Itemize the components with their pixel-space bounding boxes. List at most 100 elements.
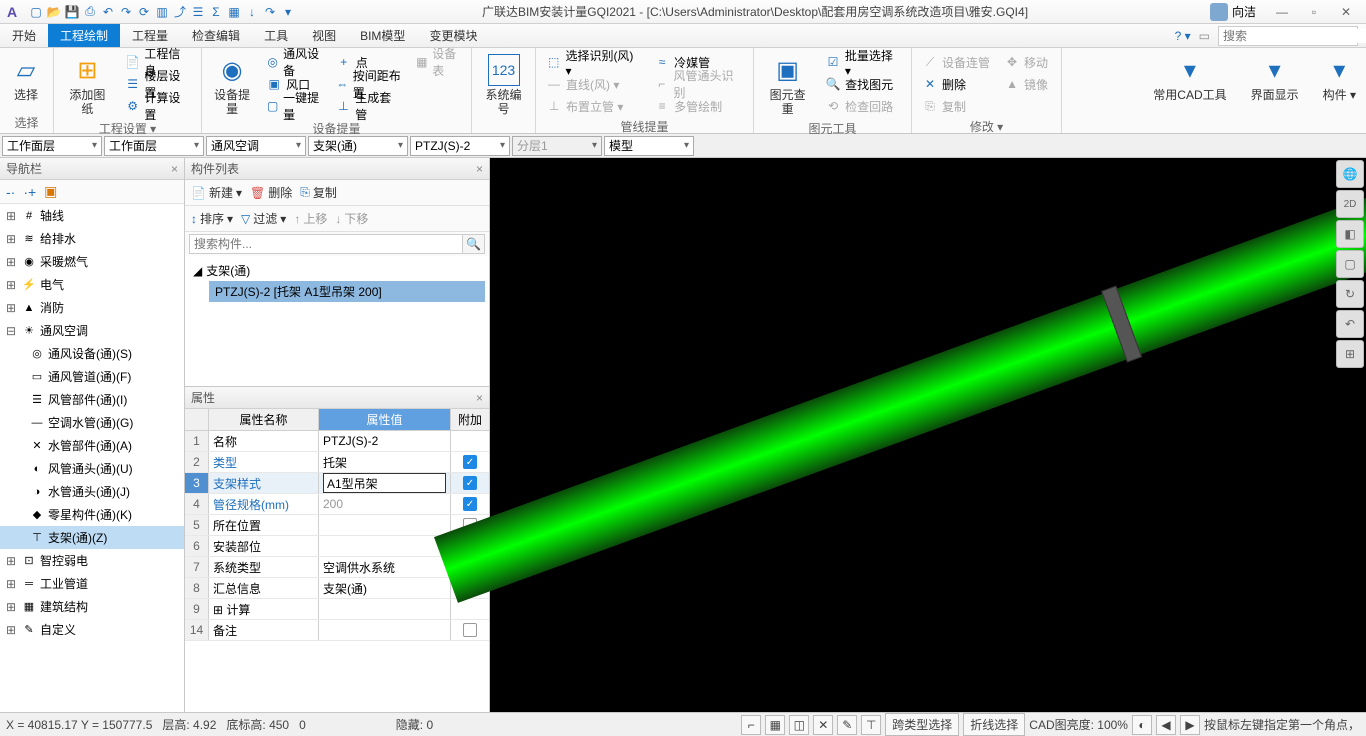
nav-category[interactable]: ⊞▦建筑结构 — [0, 595, 184, 618]
filter-button[interactable]: ▽过滤 ▾ — [241, 210, 286, 227]
ui-display-button[interactable]: ▾界面显示 — [1247, 52, 1303, 104]
filter-layer[interactable]: 分层1▾ — [512, 136, 602, 156]
qat-more-icon[interactable]: ☰ — [190, 4, 206, 20]
qat-arrow-icon[interactable]: ↓ — [244, 4, 260, 20]
multipipe-button[interactable]: ≡多管绘制 — [650, 96, 747, 116]
comp-tree-root[interactable]: ◢支架(通) — [189, 260, 485, 281]
filter-system[interactable]: 通风空调▾ — [206, 136, 306, 156]
prop-value[interactable]: 空调供水系统 — [319, 557, 451, 577]
check-loop-button[interactable]: ⟲检查回路 — [821, 96, 905, 116]
brightness-slider[interactable]: ◐ — [1132, 715, 1152, 735]
comp-tree-item[interactable]: PTZJ(S)-2 [托架 A1型吊架 200] — [209, 281, 485, 302]
prop-value[interactable]: 托架 — [319, 452, 451, 472]
prop-value[interactable]: 200 — [319, 494, 451, 514]
prop-row[interactable]: 2类型托架✓ — [185, 452, 489, 473]
qat-redo-icon[interactable]: ↷ — [118, 4, 134, 20]
qat-dropdown-icon[interactable]: ▾ — [280, 4, 296, 20]
close-icon[interactable]: × — [476, 391, 483, 405]
checkbox-checked[interactable]: ✓ — [463, 455, 477, 469]
prop-row[interactable]: 9⊞ 计算 — [185, 599, 489, 620]
qat-save-icon[interactable]: 💾 — [64, 4, 80, 20]
search-input[interactable] — [1223, 29, 1366, 43]
filter-workplane[interactable]: 工作面层▾ — [2, 136, 102, 156]
prop-row[interactable]: 14备注 — [185, 620, 489, 641]
nav-category[interactable]: ⊞⚡电气 — [0, 273, 184, 296]
qat-undo-icon[interactable]: ↶ — [100, 4, 116, 20]
qat-table-icon[interactable]: ▥ — [154, 4, 170, 20]
menu-draw[interactable]: 工程绘制 — [48, 24, 120, 47]
nav-sub-item[interactable]: ▭通风管道(通)(F) — [0, 365, 184, 388]
menu-start[interactable]: 开始 — [0, 24, 48, 47]
checkbox-checked[interactable]: ✓ — [463, 497, 477, 511]
view-rotate-icon[interactable]: ↻ — [1336, 280, 1364, 308]
qat-open-icon[interactable]: 📂 — [46, 4, 62, 20]
nav-sub-item[interactable]: ◆零星构件(通)(K) — [0, 503, 184, 526]
menu-change[interactable]: 变更模块 — [417, 24, 489, 47]
nav-sub-item[interactable]: ◑水管通头(通)(J) — [0, 480, 184, 503]
filter-type[interactable]: 支架(通)▾ — [308, 136, 408, 156]
prop-row[interactable]: 3支架样式✓ — [185, 473, 489, 494]
help-icon[interactable]: ? ▾ — [1175, 29, 1191, 43]
qat-export-icon[interactable]: ⤴ — [172, 4, 188, 20]
nav-sub-item[interactable]: ◐风管通头(通)(U) — [0, 457, 184, 480]
select-button[interactable]: ▱ 选择 — [6, 52, 46, 104]
checkbox[interactable] — [463, 623, 477, 637]
delete-button[interactable]: ✕删除 — [918, 74, 994, 94]
status-icon[interactable]: ⊤ — [861, 715, 881, 735]
comp-search-button[interactable]: 🔍 — [463, 234, 485, 254]
status-grid-icon[interactable]: ▦ — [765, 715, 785, 735]
view-globe-icon[interactable]: 🌐 — [1336, 160, 1364, 188]
sort-button[interactable]: ↕排序 ▾ — [191, 210, 233, 227]
nav-category[interactable]: ⊟☀通风空调 — [0, 319, 184, 342]
view-grid-icon[interactable]: ⊞ — [1336, 340, 1364, 368]
nav-category[interactable]: ⊞#轴线 — [0, 204, 184, 227]
copy-button[interactable]: ⎘复制 — [918, 96, 994, 116]
select-recog-button[interactable]: ⬚选择识别(风) ▾ — [542, 52, 644, 72]
prop-value[interactable]: PTZJ(S)-2 — [319, 431, 451, 451]
menu-view[interactable]: 视图 — [300, 24, 348, 47]
riser-button[interactable]: ⊥布置立管 ▾ — [542, 96, 644, 116]
add-drawing-button[interactable]: ⊞ 添加图纸 — [60, 52, 115, 118]
vent-device-button[interactable]: ◎通风设备 — [262, 52, 326, 72]
prop-value[interactable] — [319, 599, 451, 619]
prop-row[interactable]: 4管径规格(mm)200✓ — [185, 494, 489, 515]
view-face-icon[interactable]: ▢ — [1336, 250, 1364, 278]
calc-setting-button[interactable]: ⚙计算设置 — [121, 96, 195, 116]
close-icon[interactable]: × — [171, 162, 178, 176]
sysnum-button[interactable]: 123 系统编号 — [478, 52, 529, 118]
nav-category[interactable]: ⊞≋给排水 — [0, 227, 184, 250]
minimize-button[interactable]: — — [1270, 5, 1294, 19]
pipe-joint[interactable] — [1102, 285, 1143, 362]
nav-category[interactable]: ⊞◉采暖燃气 — [0, 250, 184, 273]
pipe-model[interactable] — [434, 158, 1366, 603]
dev-conn-button[interactable]: ⟋设备连管 — [918, 52, 994, 72]
qat-sum-icon[interactable]: Σ — [208, 4, 224, 20]
nav-sub-item[interactable]: ◎通风设备(通)(S) — [0, 342, 184, 365]
notification-icon[interactable]: ▭ — [1199, 29, 1210, 43]
checkbox-checked[interactable]: ✓ — [463, 476, 477, 490]
view-cube-icon[interactable]: ◧ — [1336, 220, 1364, 248]
casing-button[interactable]: ⊥生成套管 — [332, 96, 406, 116]
close-icon[interactable]: × — [476, 162, 483, 176]
device-qty-button[interactable]: ◉ 设备提量 — [208, 52, 256, 118]
status-3d-icon[interactable]: ◫ — [789, 715, 809, 735]
nav-sub-item[interactable]: ⊤支架(通)(Z) — [0, 526, 184, 549]
search-box[interactable]: 🔍 — [1218, 26, 1358, 46]
batch-select-button[interactable]: ☑批量选择 ▾ — [821, 52, 905, 72]
menu-tools[interactable]: 工具 — [252, 24, 300, 47]
filter-mode[interactable]: 模型▾ — [604, 136, 694, 156]
nav-prev-icon[interactable]: ◀ — [1156, 715, 1176, 735]
collapse-icon[interactable]: -· — [6, 184, 15, 200]
menu-check[interactable]: 检查编辑 — [180, 24, 252, 47]
prop-value[interactable] — [319, 536, 451, 556]
qat-refresh-icon[interactable]: ⟳ — [136, 4, 152, 20]
new-button[interactable]: 📄新建 ▾ — [191, 184, 242, 201]
filter-workplane2[interactable]: 工作面层▾ — [104, 136, 204, 156]
expand-icon[interactable]: ·+ — [23, 184, 36, 200]
nav-sub-item[interactable]: —空调水管(通)(G) — [0, 411, 184, 434]
component-button[interactable]: ▾构件 ▾ — [1319, 52, 1360, 104]
polyline-toggle[interactable]: 折线选择 — [963, 713, 1025, 736]
move-button[interactable]: ✥移动 — [1000, 52, 1052, 72]
status-axis-icon[interactable]: ⌐ — [741, 715, 761, 735]
qat-redo2-icon[interactable]: ↷ — [262, 4, 278, 20]
